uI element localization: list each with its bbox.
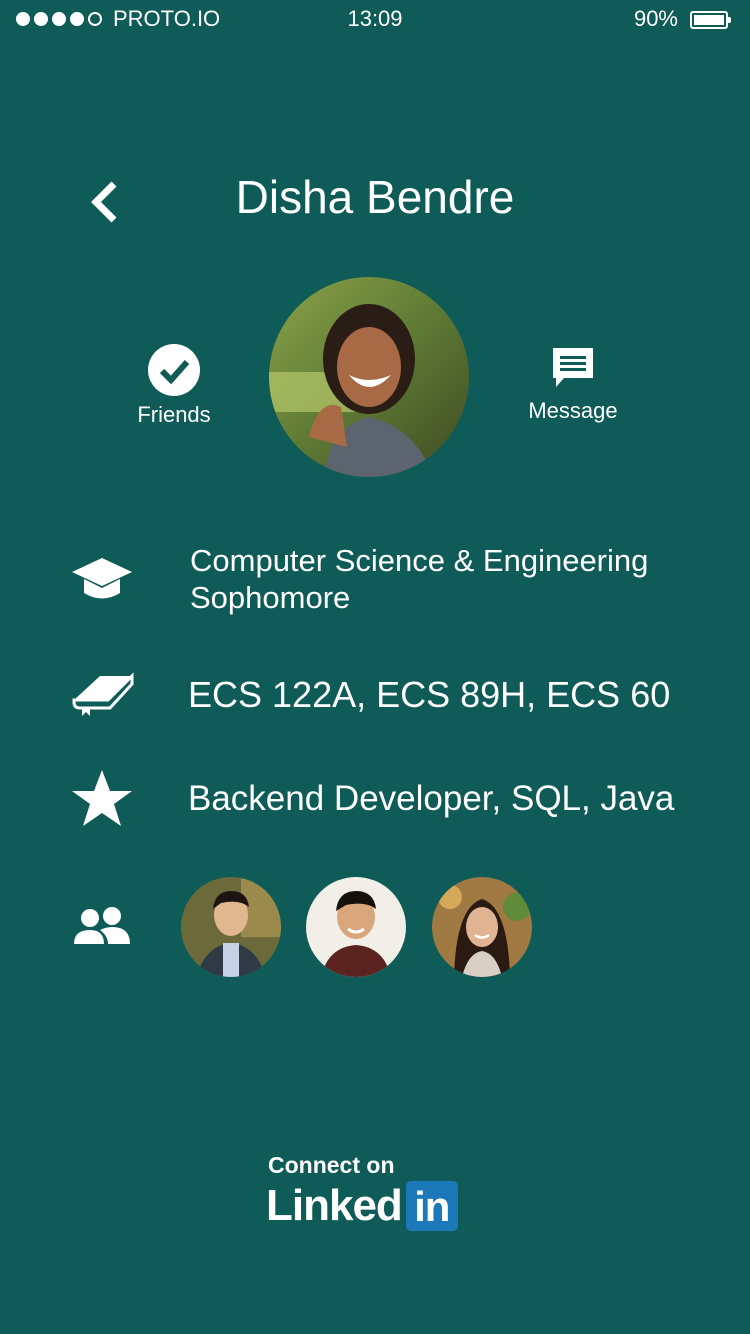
linkedin-logo: Linked in [266,1181,486,1231]
graduation-cap-icon [70,548,134,612]
battery-icon [690,11,731,29]
status-bar: PROTO.IO 13:09 90% [0,0,750,40]
profile-name: Disha Bendre [235,171,515,223]
profile-avatar [269,277,469,477]
friend-avatar[interactable] [306,877,406,977]
message-button[interactable]: Message [515,346,631,424]
skills-text: Backend Developer, SQL, Java [188,779,675,818]
major-text: Computer Science & Engineering [190,543,649,578]
friends-button[interactable]: Friends [124,344,224,428]
education-info: Computer Science & Engineering Sophomore [190,542,648,616]
message-label: Message [528,398,618,423]
linkedin-connect-button[interactable]: Connect on Linked in [266,1152,486,1231]
year-text: Sophomore [190,580,351,615]
friends-label: Friends [137,402,211,427]
battery-percentage: 90% [633,6,678,31]
courses-text: ECS 122A, ECS 89H, ECS 60 [188,674,671,715]
linkedin-wordmark: Linked [266,1181,403,1230]
connect-on-text: Connect on [268,1152,395,1178]
book-icon [70,662,134,726]
friend-avatar[interactable] [432,877,532,977]
star-icon [70,768,134,832]
people-icon [70,898,134,962]
linkedin-in-icon: in [405,1181,458,1231]
friend-avatar[interactable] [181,877,281,977]
check-circle-icon [148,344,200,396]
chat-bubble-icon [553,348,593,387]
